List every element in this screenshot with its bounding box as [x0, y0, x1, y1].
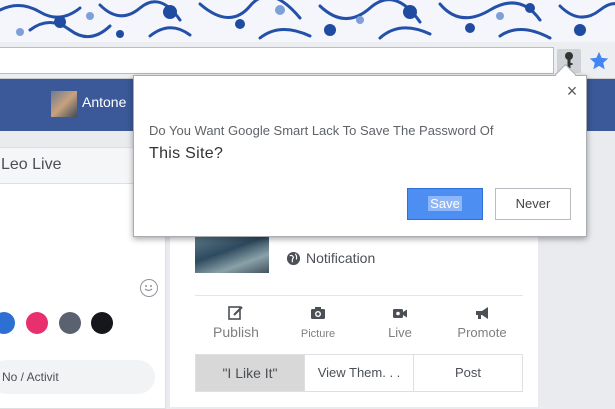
- page-tabs: "I Like It" View Them. . . Post: [195, 354, 523, 392]
- picture-label: Picture: [300, 328, 336, 340]
- page-cover-image[interactable]: [195, 237, 269, 273]
- page-card: Notification Publish Picture Live Promot…: [170, 237, 538, 407]
- never-button[interactable]: Never: [495, 188, 571, 220]
- live-button[interactable]: Live: [359, 296, 441, 352]
- color-swatch-pink[interactable]: [26, 312, 48, 334]
- dialog-message-continued: This Site?: [149, 145, 224, 162]
- close-icon[interactable]: ×: [564, 82, 580, 100]
- promote-button[interactable]: Promote: [441, 296, 523, 352]
- save-password-dialog: × Do You Want Google Smart Lack To Save …: [133, 63, 587, 237]
- publish-label: Publish: [213, 324, 259, 340]
- video-icon: [393, 309, 407, 318]
- tab-view-them[interactable]: View Them. . .: [305, 355, 414, 391]
- color-swatch-black[interactable]: [91, 312, 113, 334]
- activity-label: No / Activit: [2, 370, 59, 384]
- emoji-icon[interactable]: [140, 279, 158, 297]
- edit-icon: [228, 306, 243, 320]
- page-actions: Publish Picture Live Promote: [195, 295, 523, 356]
- composer-title[interactable]: Leo Live: [1, 156, 62, 174]
- save-button-label: Save: [428, 196, 462, 211]
- bookmark-star-icon[interactable]: [588, 50, 610, 72]
- tab-like-it[interactable]: "I Like It": [196, 355, 305, 391]
- activity-button[interactable]: No / Activit: [0, 360, 155, 394]
- picture-button[interactable]: Picture: [277, 296, 359, 352]
- address-bar-row: [0, 42, 615, 79]
- notification-label[interactable]: Notification: [306, 250, 375, 266]
- browser-theme-banner: [0, 0, 615, 42]
- avatar[interactable]: [51, 91, 77, 117]
- omnibox[interactable]: [0, 47, 554, 74]
- color-swatch-gray[interactable]: [59, 312, 81, 334]
- color-swatch-blue[interactable]: [0, 312, 15, 334]
- dialog-message: Do You Want Google Smart Lack To Save Th…: [149, 123, 494, 138]
- camera-icon: [311, 307, 325, 319]
- save-button[interactable]: Save: [407, 188, 483, 220]
- megaphone-icon: [476, 307, 488, 319]
- promote-label: Promote: [457, 325, 507, 340]
- live-label: Live: [388, 325, 412, 340]
- globe-icon: [286, 251, 301, 266]
- tab-post[interactable]: Post: [414, 355, 522, 391]
- profile-name[interactable]: Antone: [82, 94, 126, 110]
- publish-button[interactable]: Publish: [195, 296, 277, 352]
